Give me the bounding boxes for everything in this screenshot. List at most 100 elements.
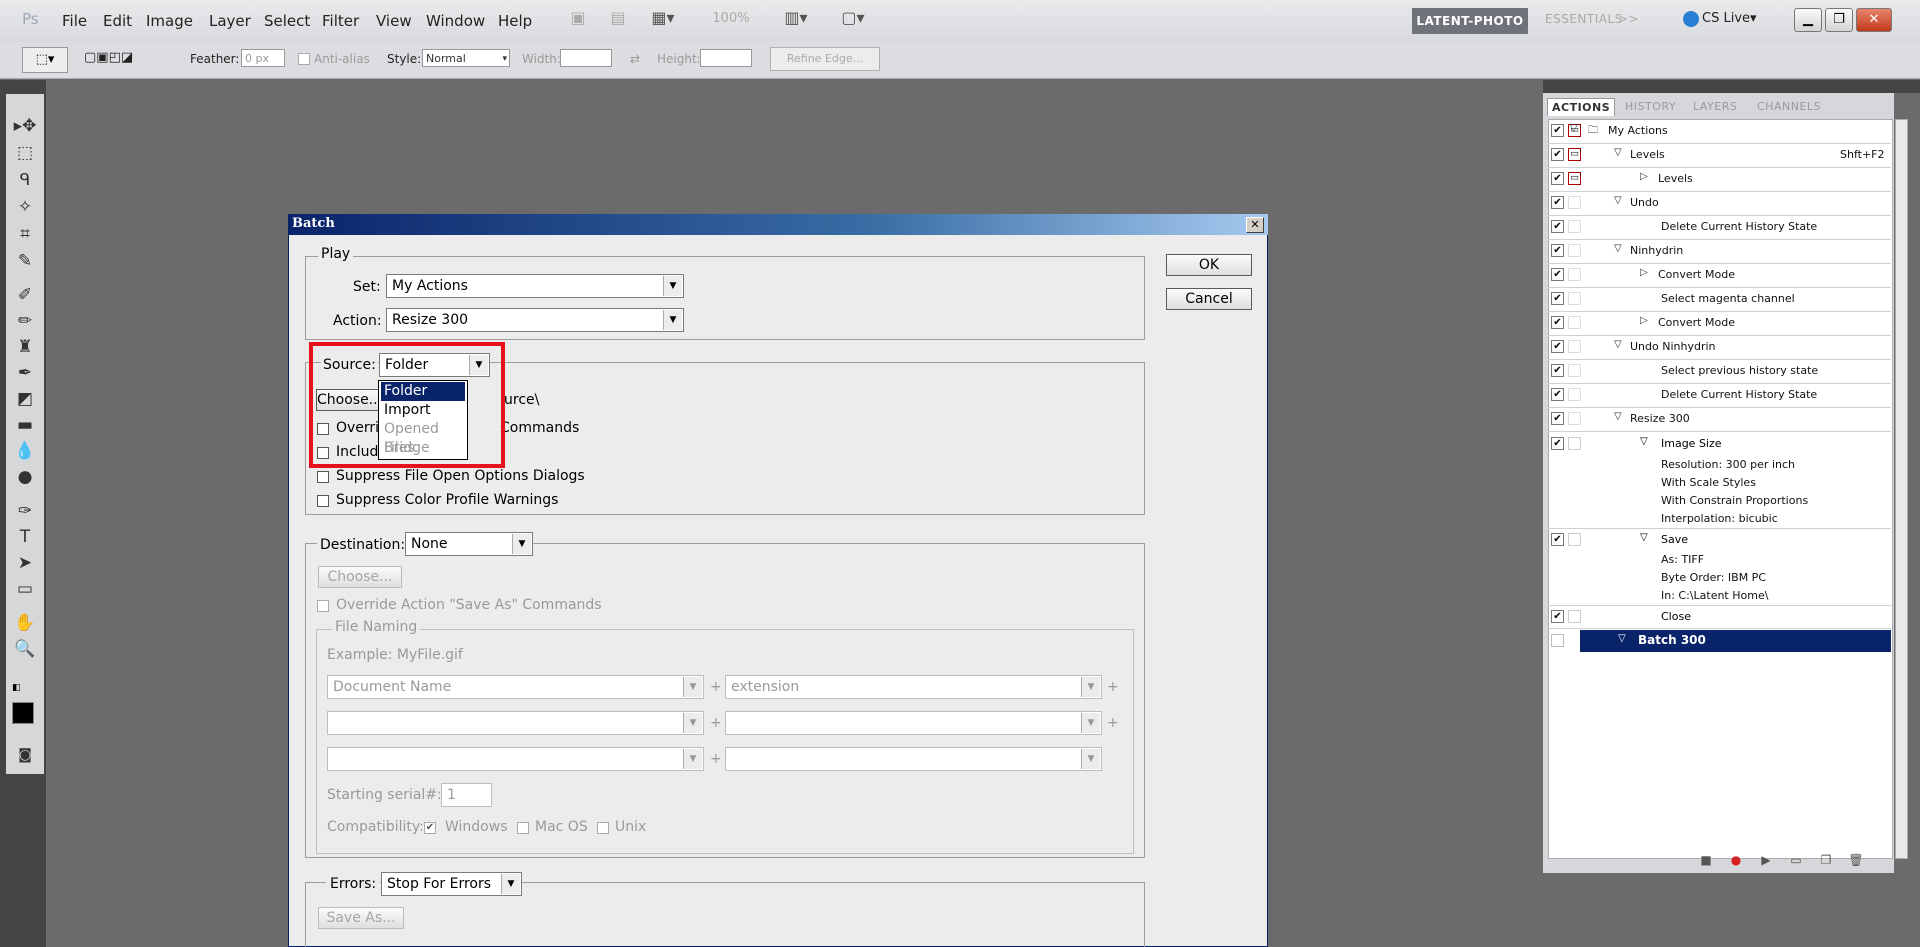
history-brush-tool-icon[interactable]: ✒ <box>12 362 38 384</box>
collapsed-triangle-icon[interactable]: ▷ <box>1640 171 1648 182</box>
toggle-checkbox[interactable]: ✔ <box>1551 196 1564 209</box>
eraser-tool-icon[interactable]: ◩ <box>12 388 38 410</box>
unix-checkbox[interactable] <box>597 822 609 834</box>
dialog-toggle[interactable] <box>1568 437 1581 450</box>
zoom-level[interactable]: 100% <box>706 11 756 33</box>
screen-mode-icon[interactable]: ▢▾ <box>840 8 866 30</box>
toggle-checkbox[interactable]: ✔ <box>1551 388 1564 401</box>
dialog-toggle[interactable] <box>1568 292 1581 305</box>
tab-history[interactable]: HISTORY <box>1621 98 1680 115</box>
suppress-open-checkbox[interactable] <box>317 471 329 483</box>
menu-view[interactable]: View <box>376 12 412 30</box>
hand-tool-icon[interactable]: ✋ <box>12 612 38 634</box>
action-row[interactable]: ✔ ▭ ▷ Levels <box>1548 167 1891 192</box>
foreground-color-swatch[interactable] <box>12 702 34 724</box>
actions-scrollbar[interactable] <box>1895 119 1908 859</box>
pen-tool-icon[interactable]: ✑ <box>12 500 38 522</box>
naming-field-4[interactable]: ▼ <box>725 711 1102 735</box>
naming-field-2[interactable]: extension ▼ <box>725 675 1102 699</box>
errors-select[interactable]: Stop For Errors ▼ <box>381 872 522 896</box>
menu-file[interactable]: File <box>62 12 87 30</box>
destination-select[interactable]: None ▼ <box>405 532 533 556</box>
toggle-checkbox[interactable]: ✔ <box>1551 292 1564 305</box>
style-select[interactable]: Normal ▾ <box>422 49 510 67</box>
toggle-checkbox[interactable]: ✔ <box>1551 437 1564 450</box>
zoom-tool-icon[interactable]: 🔍 <box>12 638 38 660</box>
naming-field-3[interactable]: ▼ <box>327 711 704 735</box>
toggle-checkbox[interactable]: ✔ <box>1551 364 1564 377</box>
toggle-checkbox[interactable]: ✔ <box>1551 124 1564 137</box>
blur-tool-icon[interactable]: 💧 <box>12 440 38 462</box>
lasso-tool-icon[interactable]: ᑫ <box>12 169 38 191</box>
menu-window[interactable]: Window <box>426 12 485 30</box>
marquee-tool-icon[interactable]: ⬚ <box>12 142 38 164</box>
toggle-checkbox[interactable]: ✔ <box>1551 412 1564 425</box>
collapsed-triangle-icon[interactable]: ▷ <box>1640 267 1648 278</box>
panel-menu-icon[interactable]: ≡ <box>1894 99 1903 112</box>
dialog-close-button[interactable]: ✕ <box>1246 217 1264 233</box>
set-select[interactable]: My Actions ▼ <box>386 274 684 298</box>
override-save-as-checkbox[interactable] <box>317 600 329 612</box>
workspace-more[interactable]: >> <box>1618 12 1639 26</box>
action-row[interactable]: ✔ ▷ Convert Mode <box>1548 263 1891 288</box>
brush-tool-icon[interactable]: ✏ <box>12 310 38 332</box>
toggle-checkbox[interactable]: ✔ <box>1551 533 1564 546</box>
type-tool-icon[interactable]: T <box>12 526 38 548</box>
close-window-button[interactable]: ✕ <box>1856 8 1892 32</box>
action-row[interactable]: ✔ ▭ ▽ 🗀 My Actions <box>1548 119 1891 144</box>
toggle-checkbox[interactable] <box>1551 634 1564 647</box>
action-row[interactable]: ✔ ▽ Resize 300 <box>1548 407 1891 432</box>
toggle-checkbox[interactable]: ✔ <box>1551 316 1564 329</box>
expand-triangle-icon[interactable]: ▽ <box>1640 436 1648 447</box>
destination-choose-button[interactable]: Choose... <box>318 566 402 588</box>
restore-button[interactable]: ❐ <box>1825 8 1853 32</box>
workspace-latent-photo[interactable]: LATENT-PHOTO <box>1412 8 1528 34</box>
menu-help[interactable]: Help <box>498 12 532 30</box>
serial-input[interactable]: 1 <box>441 783 492 807</box>
dialog-toggle[interactable]: ▭ <box>1568 172 1581 185</box>
clone-stamp-tool-icon[interactable]: ♜ <box>12 336 38 358</box>
action-row-save[interactable]: ✔ ▽ Save <box>1548 529 1891 551</box>
action-row-batch-300-selected[interactable]: ▽ Batch 300 <box>1580 630 1891 652</box>
workspace-essentials[interactable]: ESSENTIALS <box>1545 12 1623 26</box>
tab-channels[interactable]: CHANNELS <box>1753 98 1825 115</box>
action-row[interactable]: ✔ Select previous history state <box>1548 359 1891 384</box>
expand-triangle-icon[interactable]: ▽ <box>1614 147 1622 158</box>
naming-field-6[interactable]: ▼ <box>725 747 1102 771</box>
action-row[interactable]: ✔ ▭ ▽ Levels Shft+F2 <box>1548 143 1891 168</box>
default-colors-icon[interactable]: ◧ <box>12 683 22 693</box>
action-row[interactable]: ✔ Select magenta channel <box>1548 287 1891 312</box>
toggle-checkbox[interactable]: ✔ <box>1551 244 1564 257</box>
dialog-toggle[interactable] <box>1568 220 1581 233</box>
menu-select[interactable]: Select <box>264 12 310 30</box>
tab-layers[interactable]: LAYERS <box>1689 98 1741 115</box>
eyedropper-tool-icon[interactable]: ✎ <box>12 250 38 272</box>
menu-layer[interactable]: Layer <box>209 12 251 30</box>
minimize-button[interactable]: ▁ <box>1794 8 1822 32</box>
delete-icon[interactable]: 🗑 <box>1847 853 1865 867</box>
collapsed-triangle-icon[interactable]: ▷ <box>1640 315 1648 326</box>
dialog-toggle[interactable] <box>1568 388 1581 401</box>
action-row[interactable]: ✔ Delete Current History State <box>1548 383 1891 408</box>
shape-tool-icon[interactable]: ▭ <box>12 578 38 600</box>
expand-triangle-icon[interactable]: ▽ <box>1614 195 1622 206</box>
action-row[interactable]: ✔ ▽ Undo Ninhydrin <box>1548 335 1891 360</box>
ok-button[interactable]: OK <box>1166 254 1252 276</box>
bridge-icon[interactable]: ▣ <box>565 8 591 30</box>
dialog-toggle[interactable] <box>1568 364 1581 377</box>
expand-triangle-icon[interactable]: ▽ <box>1618 633 1626 644</box>
tool-preset-picker[interactable]: ⬚▾ <box>22 47 68 73</box>
dialog-toggle[interactable] <box>1568 610 1581 623</box>
dialog-toggle[interactable] <box>1568 412 1581 425</box>
expand-triangle-icon[interactable]: ▽ <box>1614 411 1622 422</box>
crop-tool-icon[interactable]: ⌗ <box>12 223 38 245</box>
dialog-toggle[interactable] <box>1568 316 1581 329</box>
play-icon[interactable]: ▶ <box>1757 853 1775 867</box>
quick-selection-tool-icon[interactable]: ✧ <box>12 196 38 218</box>
action-row[interactable]: ✔ ▽ Undo <box>1548 191 1891 216</box>
action-select[interactable]: Resize 300 ▼ <box>386 308 684 332</box>
antialias-checkbox[interactable] <box>298 53 310 65</box>
expand-triangle-icon[interactable]: ▽ <box>1640 532 1648 543</box>
swap-icon[interactable]: ⇄ <box>630 52 640 66</box>
mini-bridge-icon[interactable]: ▤ <box>605 8 631 30</box>
